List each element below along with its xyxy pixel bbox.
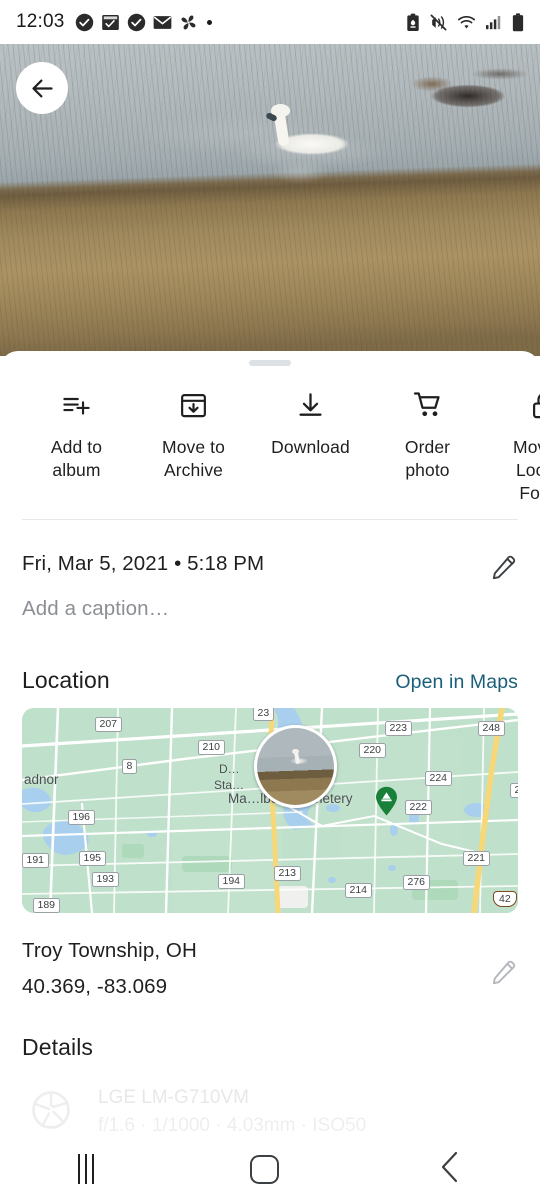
map-photo-thumbnail[interactable] [254,725,337,808]
road-shield: 8 [122,759,137,774]
road-shield: 242 [510,783,518,798]
envelope-icon [153,15,171,29]
edit-date-button[interactable] [491,554,518,586]
road-shield: 222 [405,800,432,815]
road-shield: 189 [33,898,60,913]
battery-saver-icon [407,13,419,31]
vibrate-off-icon [430,14,447,30]
check-circle-icon [75,13,93,31]
road-shield: 195 [79,851,106,866]
action-label: Add to album [50,437,103,480]
road-shield: 194 [218,874,245,889]
action-move-to-locked-folder[interactable]: Move toLockedFolder [486,390,540,505]
us-highway-shield: 42 [493,891,517,907]
road-shield: 210 [198,740,225,755]
road-shield: 196 [68,810,95,825]
road-shield: 224 [425,771,452,786]
signal-bars-icon [486,15,501,30]
status-bar-right [406,12,524,32]
info-bottom-sheet: Add to album Move to Archive Download Or… [0,351,540,1200]
road-shield: 23 [253,708,274,721]
road-shield: 221 [463,851,490,866]
date-caption-section: Fri, Mar 5, 2021 • 5:18 PM Add a caption… [0,520,540,621]
wifi-icon [457,15,476,29]
place-coordinates: 40.369, -83.069 [22,975,168,998]
dot-icon [206,19,212,25]
action-order-photo[interactable]: Order photo [369,390,486,482]
road-shield: 214 [345,883,372,898]
date-caption-column: Fri, Mar 5, 2021 • 5:18 PM Add a caption… [22,552,491,621]
map-label: adnor [24,772,59,787]
download-icon [296,390,325,420]
road-shield: 213 [274,866,301,881]
check-circle-icon [127,13,145,31]
road-shield: 223 [385,721,412,736]
photo-image[interactable] [0,44,540,356]
add-to-album-icon [62,390,91,420]
road-shield: 276 [403,875,430,890]
shopping-cart-icon [413,390,443,420]
road-shield: 207 [95,717,122,732]
location-title: Location [22,667,110,693]
status-bar: 12:03 [0,0,540,44]
map-label: D… [219,762,240,776]
photo-date: Fri, Mar 5, 2021 • 5:18 PM [22,552,265,575]
photo-viewer[interactable] [0,44,540,356]
action-label: Move toLockedFolder [513,437,540,503]
open-in-maps-link[interactable]: Open in Maps [395,671,518,694]
action-add-to-album[interactable]: Add to album [18,390,135,482]
road-shield: 193 [92,872,119,887]
pencil-icon [492,960,516,985]
back-arrow-icon [31,79,53,97]
place-name: Troy Township, OH [22,939,197,962]
action-download[interactable]: Download [252,390,369,459]
road-shield: 220 [359,743,386,758]
place-column: Troy Township, OH 40.369, -83.069 [22,939,491,999]
lock-icon [530,390,540,420]
pencil-icon [492,555,516,580]
battery-full-icon [512,12,524,31]
road-shield: 248 [478,721,505,736]
task-calendar-icon [101,14,119,30]
action-row: Add to album Move to Archive Download Or… [18,366,540,514]
aperture-icon [30,1089,72,1136]
action-label: Order photo [404,437,451,480]
camera-model: LGE LM-G710VM [98,1087,249,1108]
back-button[interactable] [16,62,68,114]
action-label: Move to Archive [162,437,225,480]
edit-location-button[interactable] [491,959,518,991]
details-title: Details [22,1034,94,1060]
action-move-to-archive[interactable]: Move to Archive [135,390,252,482]
details-text-column: LGE LM-G710VM f/1.6 · 1/1000 · 4.03mm · … [98,1087,366,1137]
location-map[interactable]: adnor D… Sta… Ma…lboro Cemetery 207 23 2… [22,708,518,913]
location-header: Location Open in Maps [0,621,540,694]
thumb-swan-head [292,749,299,754]
caption-input[interactable]: Add a caption… [22,597,491,621]
place-section: Troy Township, OH 40.369, -83.069 [0,913,540,999]
status-bar-clock: 12:03 [16,11,65,32]
map-label: Sta… [214,778,245,792]
archive-box-down-icon [179,390,208,420]
park-pin-icon[interactable] [375,786,398,816]
pinwheel-icon [181,15,196,29]
action-label: Download [271,437,350,457]
details-row[interactable]: LGE LM-G710VM f/1.6 · 1/1000 · 4.03mm · … [0,1061,540,1137]
road-shield: 191 [22,853,49,868]
status-bar-left: 12:03 [16,11,212,33]
exif-summary: f/1.6 · 1/1000 · 4.03mm · ISO50 [98,1115,367,1136]
